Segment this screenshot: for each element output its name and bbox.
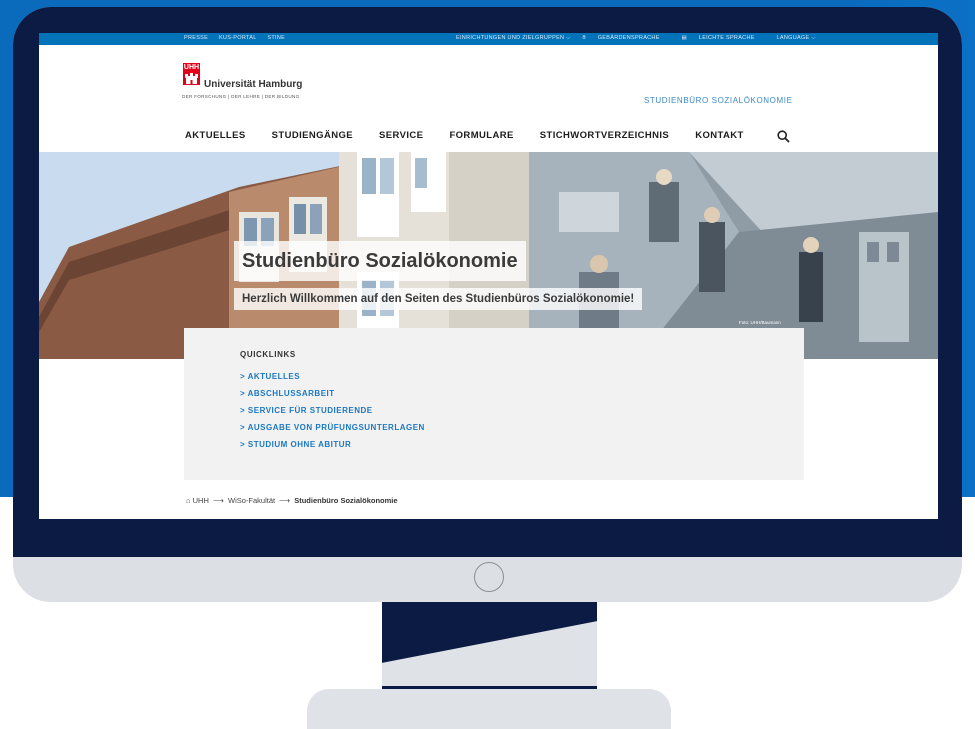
quicklinks-title: QUICKLINKS [240,350,296,359]
university-name[interactable]: Universität Hamburg [204,79,302,90]
site-name[interactable]: STUDIENBÜRO SOZIALÖKONOMIE [644,96,793,105]
uhh-logo[interactable]: UHH [183,63,200,85]
link-kus-portal[interactable]: KUS-PORTAL [219,35,257,41]
quicklink-service-fuer-studierende[interactable]: > SERVICE FÜR STUDIERENDE [240,406,425,423]
screen: PRESSE KUS-PORTAL STINE EINRICHTUNGEN UN… [39,33,938,519]
top-utility-bar: PRESSE KUS-PORTAL STINE EINRICHTUNGEN UN… [39,33,938,45]
quicklink-aktuelles[interactable]: > AKTUELLES [240,372,425,389]
university-tagline: DER FORSCHUNG | DER LEHRE | DER BILDUNG [182,94,300,99]
hero-subtitle-box: Herzlich Willkommen auf den Seiten des S… [234,288,643,310]
monitor-base [307,689,671,729]
hero-subtitle: Herzlich Willkommen auf den Seiten des S… [242,293,635,305]
breadcrumb-item-wiso[interactable]: WiSo-Fakultät [228,496,275,505]
link-language[interactable]: LANGUAGE ⌵ [777,35,816,41]
hero-title-box: Studienbüro Sozialökonomie [234,241,526,281]
quicklink-abschlussarbeit[interactable]: > ABSCHLUSSARBEIT [240,389,425,406]
nav-item-formulare[interactable]: FORMULARE [449,130,513,141]
link-leichte-sprache[interactable]: ▤ LEICHTE SPRACHE [682,35,765,41]
main-nav: AKTUELLES STUDIENGÄNGE SERVICE FORMULARE… [185,130,767,141]
nav-item-service[interactable]: SERVICE [379,130,423,141]
quicklink-studium-ohne-abitur[interactable]: > STUDIUM OHNE ABITUR [240,440,425,457]
power-button-icon [474,562,504,592]
nav-item-aktuelles[interactable]: AKTUELLES [185,130,246,141]
hand-icon: ✋︎ [582,35,586,41]
link-presse[interactable]: PRESSE [184,35,208,41]
link-einrichtungen[interactable]: EINRICHTUNGEN UND ZIELGRUPPEN ⌵ [456,35,571,41]
quicklinks-panel: QUICKLINKS > AKTUELLES > ABSCHLUSSARBEIT… [184,328,804,480]
nav-item-studiengaenge[interactable]: STUDIENGÄNGE [272,130,353,141]
photo-credit: Foto: UHH/Baumann [739,320,781,325]
book-icon: ▤ [681,35,688,41]
monitor-stand [382,602,597,689]
search-icon[interactable] [777,130,790,143]
nav-item-stichwortverzeichnis[interactable]: STICHWORTVERZEICHNIS [540,130,669,141]
link-gebaerdensprache[interactable]: ✋︎ GEBÄRDENSPRACHE [582,35,669,41]
breadcrumb-item-uhh[interactable]: UHH [193,496,209,505]
breadcrumb-separator: ⟶ [213,496,224,505]
breadcrumb: ⌂ UHH ⟶ WiSo-Fakultät ⟶ Studienbüro Sozi… [186,496,398,505]
castle-icon [185,73,198,84]
quicklinks-list: > AKTUELLES > ABSCHLUSSARBEIT > SERVICE … [240,372,425,457]
hero-title: Studienbüro Sozialökonomie [242,250,518,272]
quicklink-ausgabe-pruefungsunterlagen[interactable]: > AUSGABE VON PRÜFUNGSUNTERLAGEN [240,423,425,440]
nav-item-kontakt[interactable]: KONTAKT [695,130,744,141]
link-stine[interactable]: STINE [267,35,285,41]
breadcrumb-separator: ⟶ [279,496,291,505]
breadcrumb-item-current: Studienbüro Sozialökonomie [294,496,398,505]
home-icon[interactable]: ⌂ [186,496,191,505]
